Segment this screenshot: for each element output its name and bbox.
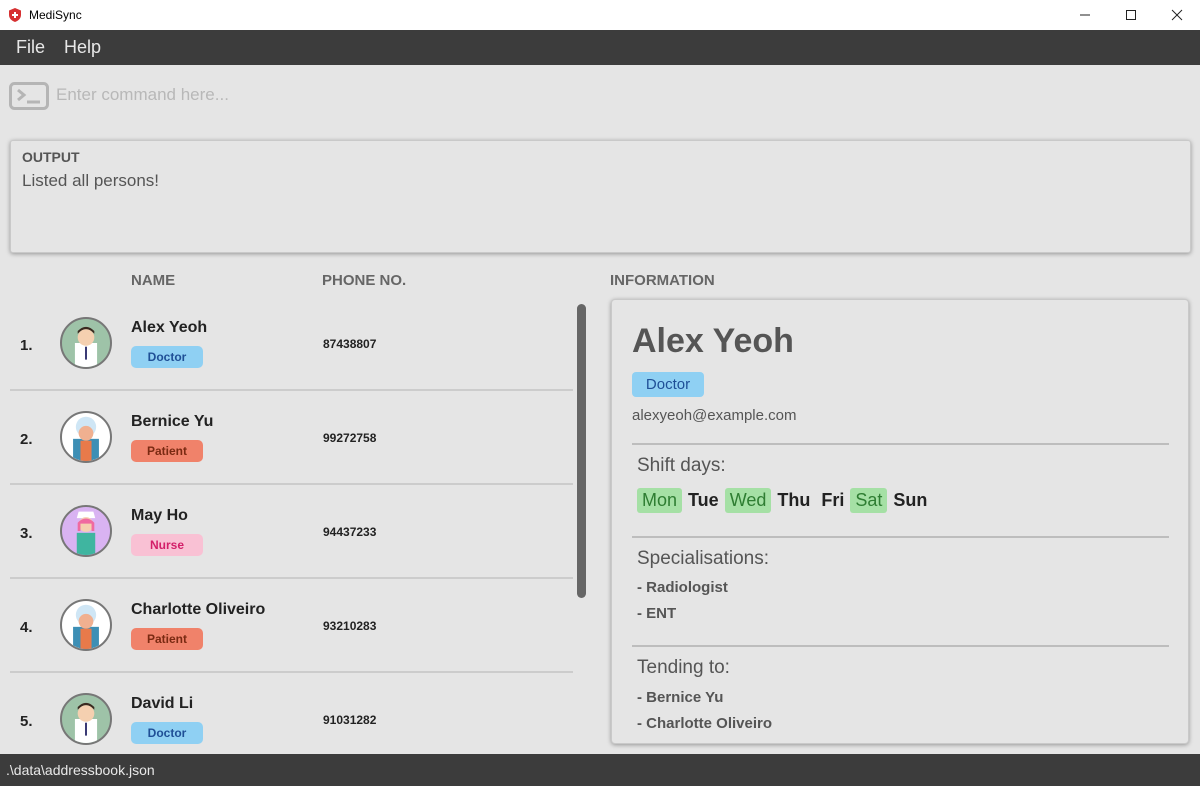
day-sun: Sun <box>893 490 928 510</box>
maximize-icon <box>1126 10 1136 20</box>
role-badge: Doctor <box>131 346 203 368</box>
doctor-avatar <box>60 693 112 745</box>
list-scrollbar[interactable] <box>577 304 586 598</box>
specialisations-title: Specialisations: <box>637 548 770 569</box>
detail-role-badge: Doctor <box>632 372 704 397</box>
menu-help[interactable]: Help <box>64 37 101 58</box>
command-input[interactable] <box>56 81 1176 109</box>
row-index: 3. <box>20 525 33 542</box>
detail-name: Alex Yeoh <box>632 322 794 360</box>
person-phone: 91031282 <box>323 713 377 727</box>
day-sat: Sat <box>850 488 888 513</box>
role-badge: Doctor <box>131 722 203 744</box>
patient-avatar <box>60 411 112 463</box>
close-icon <box>1171 9 1183 21</box>
divider <box>632 443 1169 445</box>
person-phone: 93210283 <box>323 619 377 633</box>
menu-file[interactable]: File <box>16 37 45 58</box>
detail-email: alexyeoh@example.com <box>632 407 797 424</box>
patient-avatar-icon <box>73 416 99 461</box>
maximize-button[interactable] <box>1108 0 1154 30</box>
menu-bar: File Help <box>0 30 1200 65</box>
command-box <box>0 65 1200 127</box>
role-badge: Nurse <box>131 534 203 556</box>
output-box: OUTPUT Listed all persons! <box>10 140 1191 253</box>
day-fri: Fri <box>821 490 845 510</box>
nurse-avatar <box>60 505 112 557</box>
minimize-button[interactable] <box>1062 0 1108 30</box>
day-mon: Mon <box>637 488 683 513</box>
output-message: Listed all persons! <box>22 171 160 190</box>
person-name: May Ho <box>131 507 188 524</box>
person-row[interactable]: 1. Alex Yeoh Doctor 87438807 <box>10 297 573 391</box>
person-name: David Li <box>131 695 194 712</box>
nurse-avatar-icon <box>76 511 96 555</box>
specialisation-item: - ENT <box>637 605 677 622</box>
person-name: Bernice Yu <box>131 413 214 430</box>
column-header-phone: PHONE NO. <box>322 272 407 289</box>
divider <box>632 536 1169 538</box>
tending-title: Tending to: <box>637 657 730 678</box>
doctor-avatar-icon <box>74 702 98 743</box>
output-label: OUTPUT <box>22 149 80 165</box>
day-thu: Thu <box>777 490 811 510</box>
person-list[interactable]: 1. Alex Yeoh Doctor 87438807 2. Bernice … <box>10 297 573 754</box>
person-row[interactable]: 5. David Li Doctor 91031282 <box>10 673 573 754</box>
app-shield-icon <box>9 8 21 22</box>
tending-item: - Bernice Yu <box>637 689 724 706</box>
window-controls <box>1062 0 1200 30</box>
title-bar: MediSync <box>0 0 1200 30</box>
column-header-name: NAME <box>131 272 176 289</box>
shift-days: Mon Tue Wed Thu Fri Sat Sun <box>637 488 933 513</box>
patient-avatar-icon <box>73 604 99 649</box>
patient-avatar <box>60 599 112 651</box>
person-row[interactable]: 4. Charlotte Oliveiro Patient 93210283 <box>10 579 573 673</box>
minimize-icon <box>1080 14 1090 16</box>
status-bar: .\data\addressbook.json <box>0 754 1200 786</box>
app-title: MediSync <box>29 8 82 22</box>
tending-item: - Charlotte Oliveiro <box>637 715 773 732</box>
information-panel: Alex Yeoh Doctor alexyeoh@example.com Sh… <box>611 299 1189 744</box>
doctor-avatar <box>60 317 112 369</box>
role-badge: Patient <box>131 440 203 462</box>
row-index: 4. <box>20 619 33 636</box>
person-phone: 87438807 <box>323 337 377 351</box>
column-header-information: INFORMATION <box>610 272 715 289</box>
row-index: 1. <box>20 337 33 354</box>
person-name: Alex Yeoh <box>131 319 208 336</box>
doctor-avatar-icon <box>74 326 98 367</box>
terminal-icon <box>9 82 49 110</box>
close-button[interactable] <box>1154 0 1200 30</box>
divider <box>632 645 1169 647</box>
row-index: 2. <box>20 431 33 448</box>
person-phone: 94437233 <box>323 525 377 539</box>
person-name: Charlotte Oliveiro <box>131 601 266 618</box>
role-badge: Patient <box>131 628 203 650</box>
day-tue: Tue <box>688 490 719 510</box>
specialisation-item: - Radiologist <box>637 579 728 596</box>
person-phone: 99272758 <box>323 431 377 445</box>
shift-days-title: Shift days: <box>637 455 726 476</box>
person-row[interactable]: 2. Bernice Yu Patient 99272758 <box>10 391 573 485</box>
row-index: 5. <box>20 713 33 730</box>
day-wed: Wed <box>724 488 772 513</box>
person-row[interactable]: 3. May Ho Nurse 94437233 <box>10 485 573 579</box>
